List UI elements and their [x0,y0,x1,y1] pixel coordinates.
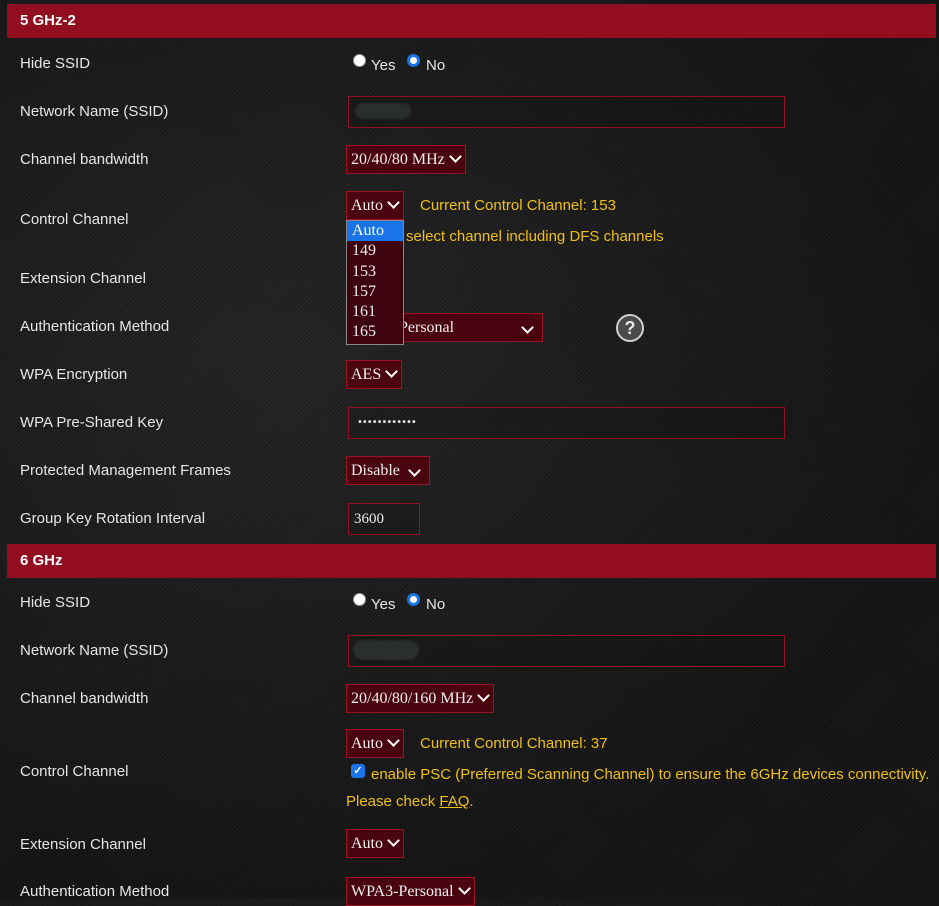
faq-link[interactable]: FAQ [439,793,469,810]
auth-method-value: Personal [399,319,455,336]
hide-ssid-label: Hide SSID [20,594,91,611]
dropdown-option[interactable]: 157 [347,282,403,302]
pmf-select[interactable]: Disable [346,456,430,485]
control-channel-value: Auto [351,197,383,214]
control-channel-label: Control Channel [20,763,129,780]
dropdown-option[interactable]: 149 [347,241,403,261]
ssid-input[interactable] [348,96,785,128]
gkri-label: Group Key Rotation Interval [20,510,206,527]
hide-ssid-no-label: No [426,57,446,74]
chevron-down-icon [408,464,421,477]
hide-ssid-yes-radio[interactable] [353,593,366,606]
wpa-encryption-select[interactable]: AES [346,360,402,389]
bandwidth-label: Channel bandwidth [20,690,149,707]
faq-prefix: Please check [346,793,440,810]
dropdown-option[interactable]: 165 [347,322,403,342]
chevron-down-icon [387,734,400,747]
bandwidth-label: Channel bandwidth [20,151,149,168]
chevron-down-icon [448,150,462,163]
control-channel-label: Control Channel [20,211,129,228]
current-control-channel: Current Control Channel: 153 [420,197,616,214]
wpa-encryption-label: WPA Encryption [20,366,128,383]
auth-method-label: Authentication Method [20,883,170,900]
bandwidth-value: 20/40/80 MHz [351,151,445,168]
chevron-down-icon [477,689,491,702]
control-channel-select[interactable]: Auto [346,191,404,220]
chevron-down-icon [457,882,471,895]
chevron-down-icon [521,321,534,334]
ssid-label: Network Name (SSID) [20,103,169,120]
section-header-5ghz-2: 5 GHz-2 [7,4,936,38]
control-channel-dropdown[interactable]: Auto 149 153 157 161 165 [346,220,404,345]
dropdown-option[interactable]: 161 [347,302,403,322]
hide-ssid-no-radio[interactable] [407,54,420,67]
ssid-label: Network Name (SSID) [20,642,169,659]
hide-ssid-yes-label: Yes [371,596,396,613]
pmf-label: Protected Management Frames [20,462,231,479]
chevron-down-icon [387,196,400,209]
hide-ssid-no-label: No [426,596,446,613]
extension-channel-label: Extension Channel [20,270,146,287]
bandwidth-select[interactable]: 20/40/80/160 MHz [346,684,494,713]
ssid-redaction [355,103,411,119]
control-channel-select[interactable]: Auto [346,729,404,758]
hide-ssid-yes-radio[interactable] [353,54,366,67]
current-control-channel: Current Control Channel: 37 [420,735,608,752]
faq-suffix: . [469,793,474,810]
extension-channel-label: Extension Channel [20,836,146,853]
extension-channel-select[interactable]: Auto [346,829,404,858]
dropdown-option[interactable]: Auto [347,221,403,242]
pmf-value: Disable [351,462,400,479]
auth-method-label: Authentication Method [20,318,170,335]
dropdown-option[interactable]: 153 [347,262,403,282]
faq-line: Please check FAQ. [346,793,474,810]
help-icon[interactable]: ? [616,314,644,342]
hide-ssid-label: Hide SSID [20,55,91,72]
gkri-input[interactable]: 3600 [348,503,420,535]
section-header-6ghz: 6 GHz [7,544,936,578]
chevron-down-icon [385,365,399,378]
ssid-input[interactable] [348,635,785,667]
chevron-down-icon [387,834,400,847]
hide-ssid-yes-label: Yes [371,57,396,74]
ssid-redaction [353,640,419,660]
psk-input[interactable]: •••••••••••• [348,407,785,439]
bandwidth-value: 20/40/80/160 MHz [351,690,474,707]
psc-text: enable PSC (Preferred Scanning Channel) … [371,766,930,783]
psc-checkbox[interactable]: ✓ [351,764,365,778]
psk-label: WPA Pre-Shared Key [20,414,164,431]
auth-method-value: WPA3-Personal [351,883,454,900]
extension-channel-value: Auto [351,835,383,852]
wpa-encryption-value: AES [351,366,382,383]
auth-method-select[interactable]: WPA3-Personal [346,877,475,906]
dfs-channel-text: select channel including DFS channels [406,228,664,245]
control-channel-value: Auto [351,735,383,752]
hide-ssid-no-radio[interactable] [407,593,420,606]
bandwidth-select[interactable]: 20/40/80 MHz [346,145,466,174]
